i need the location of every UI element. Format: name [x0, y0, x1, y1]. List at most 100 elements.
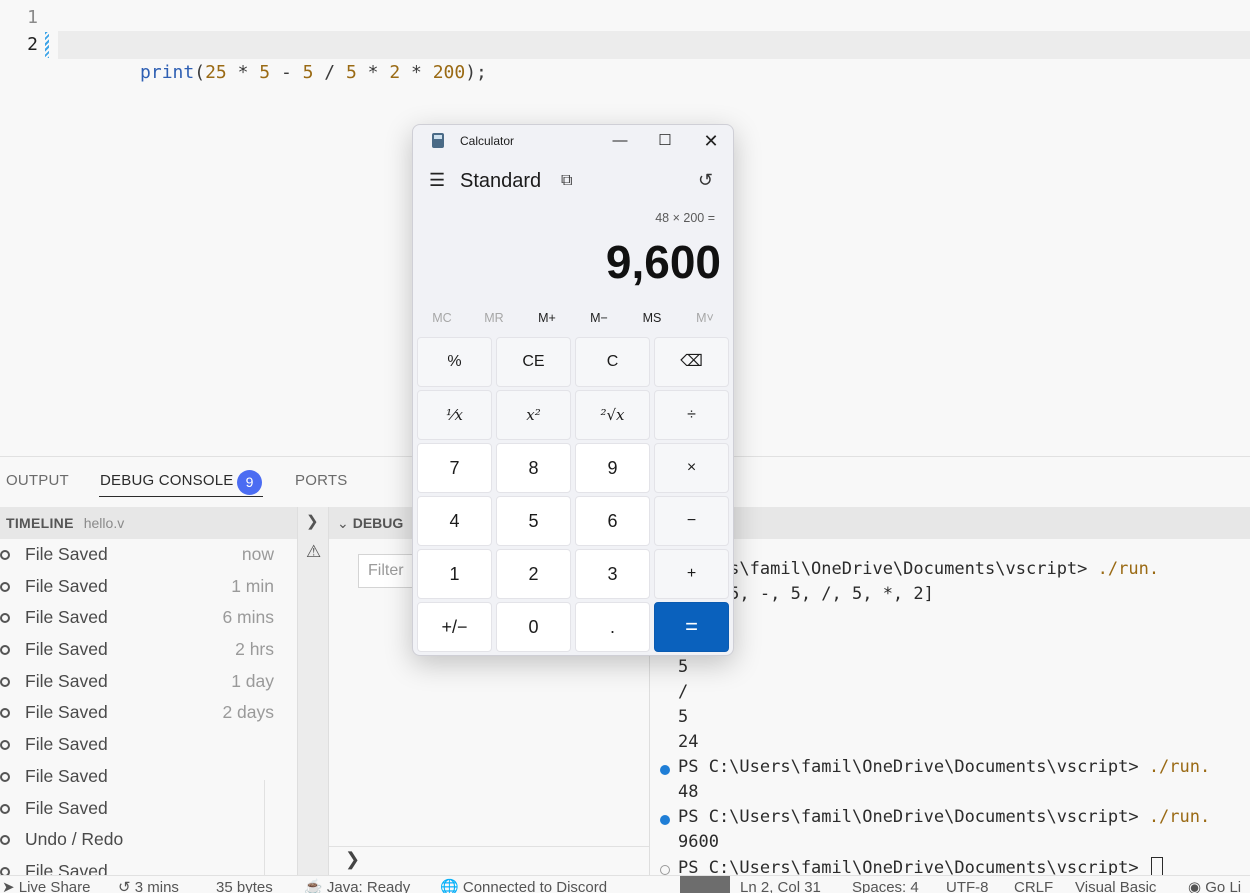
digit-3-button[interactable]: 3 — [575, 549, 650, 599]
digit-0-button[interactable]: 0 — [496, 602, 571, 652]
memory-store-button[interactable]: MS — [631, 311, 673, 325]
command-success-dot[interactable] — [660, 765, 670, 775]
circle-icon — [0, 740, 10, 751]
timeline-item[interactable]: File Saved — [0, 793, 297, 825]
modified-line-gutter-indicator — [45, 32, 49, 58]
indentation-item[interactable]: Spaces: 4 — [852, 879, 919, 893]
timeline-item-label: File Saved — [25, 860, 108, 876]
terminal-line: 5 — [678, 657, 688, 677]
terminal-header: NAL — [650, 507, 1250, 539]
code-token: / — [313, 62, 346, 83]
timeline-item-time: now — [241, 544, 274, 564]
maximize-icon[interactable]: ☐ — [650, 129, 680, 153]
tab-output[interactable]: OUTPUT — [6, 472, 69, 489]
tab-ports[interactable]: PORTS — [295, 472, 347, 489]
clear-button[interactable]: C — [575, 337, 650, 387]
terminal-text: PS C:\Users\famil\OneDrive\Documents\vsc… — [678, 757, 1149, 777]
memory-add-button[interactable]: M+ — [526, 311, 568, 325]
circle-icon — [0, 708, 10, 719]
tree-indent-guide — [264, 780, 265, 876]
timeline-item[interactable]: File Saved — [0, 856, 297, 876]
timeline-item[interactable]: File Saved — [0, 761, 297, 793]
command-pending-dot[interactable] — [660, 865, 670, 875]
clear-entry-button[interactable]: CE — [496, 337, 571, 387]
timeline-item[interactable]: File Saved 2 days — [0, 697, 297, 729]
java-status-item[interactable]: ☕ Java: Ready — [304, 879, 410, 893]
calculator-window[interactable]: Calculator — ☐ ✕ ☰ Standard ⧉ ↺ 48 × 200… — [412, 124, 734, 656]
java-status-label: Java: Ready — [326, 879, 411, 893]
circle-icon — [0, 771, 10, 782]
debug-input-row[interactable]: ❯ — [329, 846, 649, 876]
timeline-item[interactable]: File Saved — [0, 729, 297, 761]
subtract-button[interactable]: − — [654, 496, 729, 546]
terminal-command: ./run. — [1148, 757, 1211, 777]
circle-icon — [0, 835, 10, 846]
memory-clear-button[interactable]: MC — [421, 311, 463, 325]
digit-7-button[interactable]: 7 — [417, 443, 492, 493]
reciprocal-button[interactable]: ⅟x — [417, 390, 492, 440]
digit-8-button[interactable]: 8 — [496, 443, 571, 493]
calculation-expression: 48 × 200 = — [655, 211, 715, 225]
timeline-file: hello.v — [83, 515, 125, 531]
multiply-button[interactable]: × — [654, 443, 729, 493]
file-size-item[interactable]: 35 bytes — [216, 879, 273, 893]
live-share-item[interactable]: ➤ Live Share — [2, 879, 90, 893]
timeline-item[interactable]: Undo / Redo — [0, 824, 297, 856]
history-item[interactable]: ↺ 3 mins — [118, 879, 179, 893]
memory-subtract-button[interactable]: M− — [578, 311, 620, 325]
timeline-header[interactable]: TIMELINE hello.v — [0, 507, 297, 539]
digit-4-button[interactable]: 4 — [417, 496, 492, 546]
timeline-item-time: 2 days — [222, 702, 274, 723]
terminal-view[interactable]: NAL \Users\famil\OneDrive\Documents\vscr… — [649, 507, 1250, 876]
eol-item[interactable]: CRLF — [1014, 879, 1053, 893]
timeline-item-label: File Saved — [25, 575, 108, 596]
keep-on-top-icon[interactable]: ⧉ — [561, 172, 572, 190]
encoding-item[interactable]: UTF-8 — [946, 879, 989, 893]
digit-1-button[interactable]: 1 — [417, 549, 492, 599]
debug-header-label: DEBUG — [352, 515, 404, 531]
circle-icon — [0, 613, 10, 624]
history-label: 3 mins — [134, 879, 179, 893]
close-icon[interactable]: ✕ — [696, 129, 726, 153]
history-icon[interactable]: ↺ — [698, 170, 713, 191]
terminal-line: 48 — [678, 782, 698, 802]
backspace-button[interactable]: ⌫ — [654, 337, 729, 387]
warning-icon[interactable]: ⚠ — [306, 542, 321, 562]
timeline-item[interactable]: File Saved 6 mins — [0, 602, 297, 634]
hamburger-icon[interactable]: ☰ — [429, 170, 445, 191]
memory-list-button[interactable]: M˅ — [684, 311, 726, 325]
terminal-text: / — [678, 682, 689, 702]
terminal-line: \Users\famil\OneDrive\Documents\vscript>… — [678, 559, 1159, 579]
status-bar: ➤ Live Share ↺ 3 mins 35 bytes ☕ Java: R… — [0, 875, 1250, 893]
equals-button[interactable]: = — [654, 602, 729, 652]
code-token: ); — [465, 62, 487, 83]
go-live-item[interactable]: ◉ Go Li — [1188, 879, 1241, 893]
digit-5-button[interactable]: 5 — [496, 496, 571, 546]
square-root-button[interactable]: ²√x — [575, 390, 650, 440]
command-success-dot[interactable] — [660, 815, 670, 825]
digit-2-button[interactable]: 2 — [496, 549, 571, 599]
code-token: 5 — [259, 62, 271, 83]
remote-indicator[interactable] — [680, 876, 730, 893]
timeline-item[interactable]: File Saved now — [0, 539, 297, 571]
timeline-item[interactable]: File Saved 2 hrs — [0, 634, 297, 666]
timeline-item[interactable]: File Saved 1 min — [0, 571, 297, 603]
language-mode-item[interactable]: Visual Basic — [1075, 879, 1156, 893]
chevron-right-icon[interactable]: ❯ — [306, 512, 319, 530]
tab-debug-console[interactable]: DEBUG CONSOLE — [100, 472, 233, 489]
discord-status-item[interactable]: 🌐 Connected to Discord — [440, 879, 607, 893]
memory-recall-button[interactable]: MR — [473, 311, 515, 325]
digit-9-button[interactable]: 9 — [575, 443, 650, 493]
divide-button[interactable]: ÷ — [654, 390, 729, 440]
square-button[interactable]: x² — [496, 390, 571, 440]
timeline-item-label: File Saved — [25, 639, 108, 660]
minimize-icon[interactable]: — — [605, 129, 635, 153]
negate-button[interactable]: +/− — [417, 602, 492, 652]
decimal-button[interactable]: . — [575, 602, 650, 652]
timeline-item[interactable]: File Saved 1 day — [0, 666, 297, 698]
code-line-2[interactable]: print(25 * 5 - 5 / 5 * 2 * 200); — [58, 31, 1250, 83]
percent-button[interactable]: % — [417, 337, 492, 387]
cursor-position-item[interactable]: Ln 2, Col 31 — [740, 879, 821, 893]
digit-6-button[interactable]: 6 — [575, 496, 650, 546]
add-button[interactable]: + — [654, 549, 729, 599]
